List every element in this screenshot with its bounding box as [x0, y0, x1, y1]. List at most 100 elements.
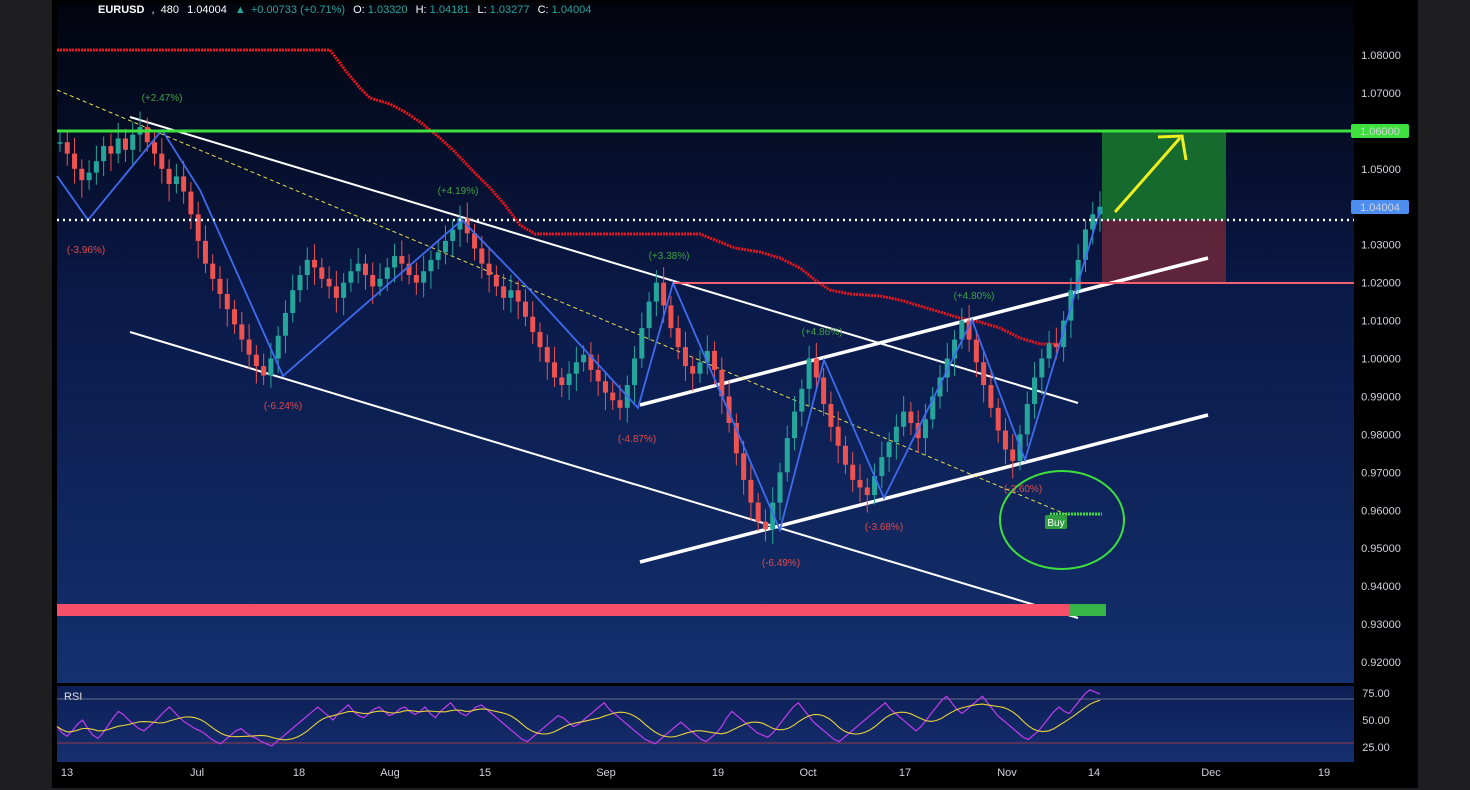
zigzag-pct-label: (-4.87%) — [618, 434, 656, 445]
x-tick-label: Aug — [380, 767, 400, 779]
rsi-label: RSI — [64, 691, 82, 703]
candle-body — [857, 479, 863, 488]
candle-body — [988, 385, 994, 408]
candle-body — [93, 161, 99, 173]
candle-body — [115, 138, 121, 154]
loss-zone[interactable] — [1102, 220, 1226, 283]
candle-body — [501, 286, 507, 298]
candle-body — [850, 464, 856, 480]
symbol: EURUSD — [98, 4, 145, 16]
candle-body — [675, 328, 681, 348]
zigzag-pct-label: (-6.49%) — [762, 558, 800, 569]
candle-body — [712, 350, 718, 370]
y-tick-label: 1.01000 — [1361, 316, 1401, 328]
x-tick-label: 15 — [479, 767, 491, 779]
rsi-tick-label: 25.00 — [1362, 742, 1390, 754]
y-tick-label: 1.08000 — [1361, 50, 1401, 62]
candle-body — [559, 377, 565, 386]
change: +0.00733 (+0.71%) — [251, 4, 345, 16]
rsi-tick-label: 75.00 — [1362, 688, 1390, 700]
buy-label: Buy — [1047, 518, 1064, 529]
zigzag-pct-label: (+2.47%) — [142, 93, 183, 104]
candle-body — [813, 358, 819, 378]
candle-body — [821, 377, 827, 405]
candle-body — [973, 339, 979, 363]
candle-body — [290, 290, 296, 313]
x-tick-label: 13 — [61, 767, 73, 779]
target-price-text: 1.06000 — [1360, 126, 1400, 138]
candle-body — [210, 263, 216, 279]
y-tick-label: 1.07000 — [1361, 88, 1401, 100]
candle-body — [442, 240, 448, 253]
y-tick-label: 1.02000 — [1361, 278, 1401, 290]
interval: 480 — [161, 4, 179, 16]
candle-body — [188, 191, 194, 215]
eurusd-chart[interactable]: EURUSD , 480 1.04004 ▲ +0.00733 (+0.71%)… — [0, 0, 1470, 790]
zigzag-pct-label: (-3.96%) — [67, 245, 105, 256]
low: 1.03277 — [490, 4, 530, 16]
candle-body — [1039, 358, 1045, 378]
candle-body — [144, 127, 150, 143]
candle-body — [181, 176, 187, 192]
x-tick-label: 19 — [712, 767, 724, 779]
close: 1.04004 — [552, 4, 592, 16]
candle-body — [355, 263, 361, 272]
candle-body — [362, 263, 368, 276]
x-tick-label: Dec — [1201, 767, 1221, 779]
candle-body — [1046, 343, 1052, 359]
x-tick-label: 17 — [899, 767, 911, 779]
zigzag-pct-label: (-6.24%) — [264, 401, 302, 412]
candle-body — [326, 278, 332, 287]
y-tick-label: 0.98000 — [1361, 429, 1401, 441]
candle-body — [486, 263, 492, 276]
candle-body — [922, 419, 928, 439]
candle-body — [341, 282, 347, 298]
candle-body — [515, 290, 521, 302]
candle-body — [617, 400, 623, 408]
candle-body — [159, 153, 165, 169]
candle-body — [690, 366, 696, 374]
candle-body — [253, 354, 259, 367]
x-tick-label: Oct — [799, 767, 816, 779]
candle-body — [777, 472, 783, 503]
candle-body — [1024, 404, 1030, 435]
y-tick-label: 0.97000 — [1361, 467, 1401, 479]
candle-body — [435, 252, 441, 260]
candle-body — [799, 388, 805, 412]
candle-body — [755, 502, 761, 522]
candle-body — [122, 138, 128, 150]
candle-body — [893, 426, 899, 442]
y-tick-label: 0.96000 — [1361, 505, 1401, 517]
x-tick-label: 14 — [1088, 767, 1100, 779]
x-tick-label: Sep — [596, 767, 616, 779]
candle-body — [1010, 449, 1016, 461]
candle-body — [275, 335, 281, 359]
zigzag-pct-label: (+4.80%) — [954, 291, 995, 302]
y-tick-label: 0.95000 — [1361, 543, 1401, 555]
candle-body — [195, 214, 201, 241]
x-tick-label: 18 — [293, 767, 305, 779]
candle-body — [246, 339, 252, 355]
candle-body — [1032, 377, 1038, 405]
candle-body — [1002, 430, 1008, 450]
candle-body — [741, 453, 747, 480]
open: 1.03320 — [368, 4, 408, 16]
candle-body — [384, 267, 390, 279]
candle-body — [864, 487, 870, 496]
candle-body — [224, 294, 230, 310]
x-tick-label: Nov — [997, 767, 1017, 779]
candle-body — [79, 168, 85, 181]
candle-body — [312, 259, 318, 268]
candle-body — [413, 275, 419, 283]
candle-body — [581, 354, 587, 363]
candle-body — [610, 392, 616, 401]
candle-body — [552, 362, 558, 378]
rsi-tick-label: 50.00 — [1362, 715, 1390, 727]
candle-body — [232, 309, 238, 325]
y-tick-label: 0.92000 — [1361, 657, 1401, 669]
candle-body — [995, 407, 1001, 431]
up-arrow-icon: ▲ — [235, 4, 246, 16]
candle-body — [86, 172, 92, 181]
rsi-pane[interactable] — [57, 686, 1354, 762]
candle-body — [530, 316, 536, 332]
